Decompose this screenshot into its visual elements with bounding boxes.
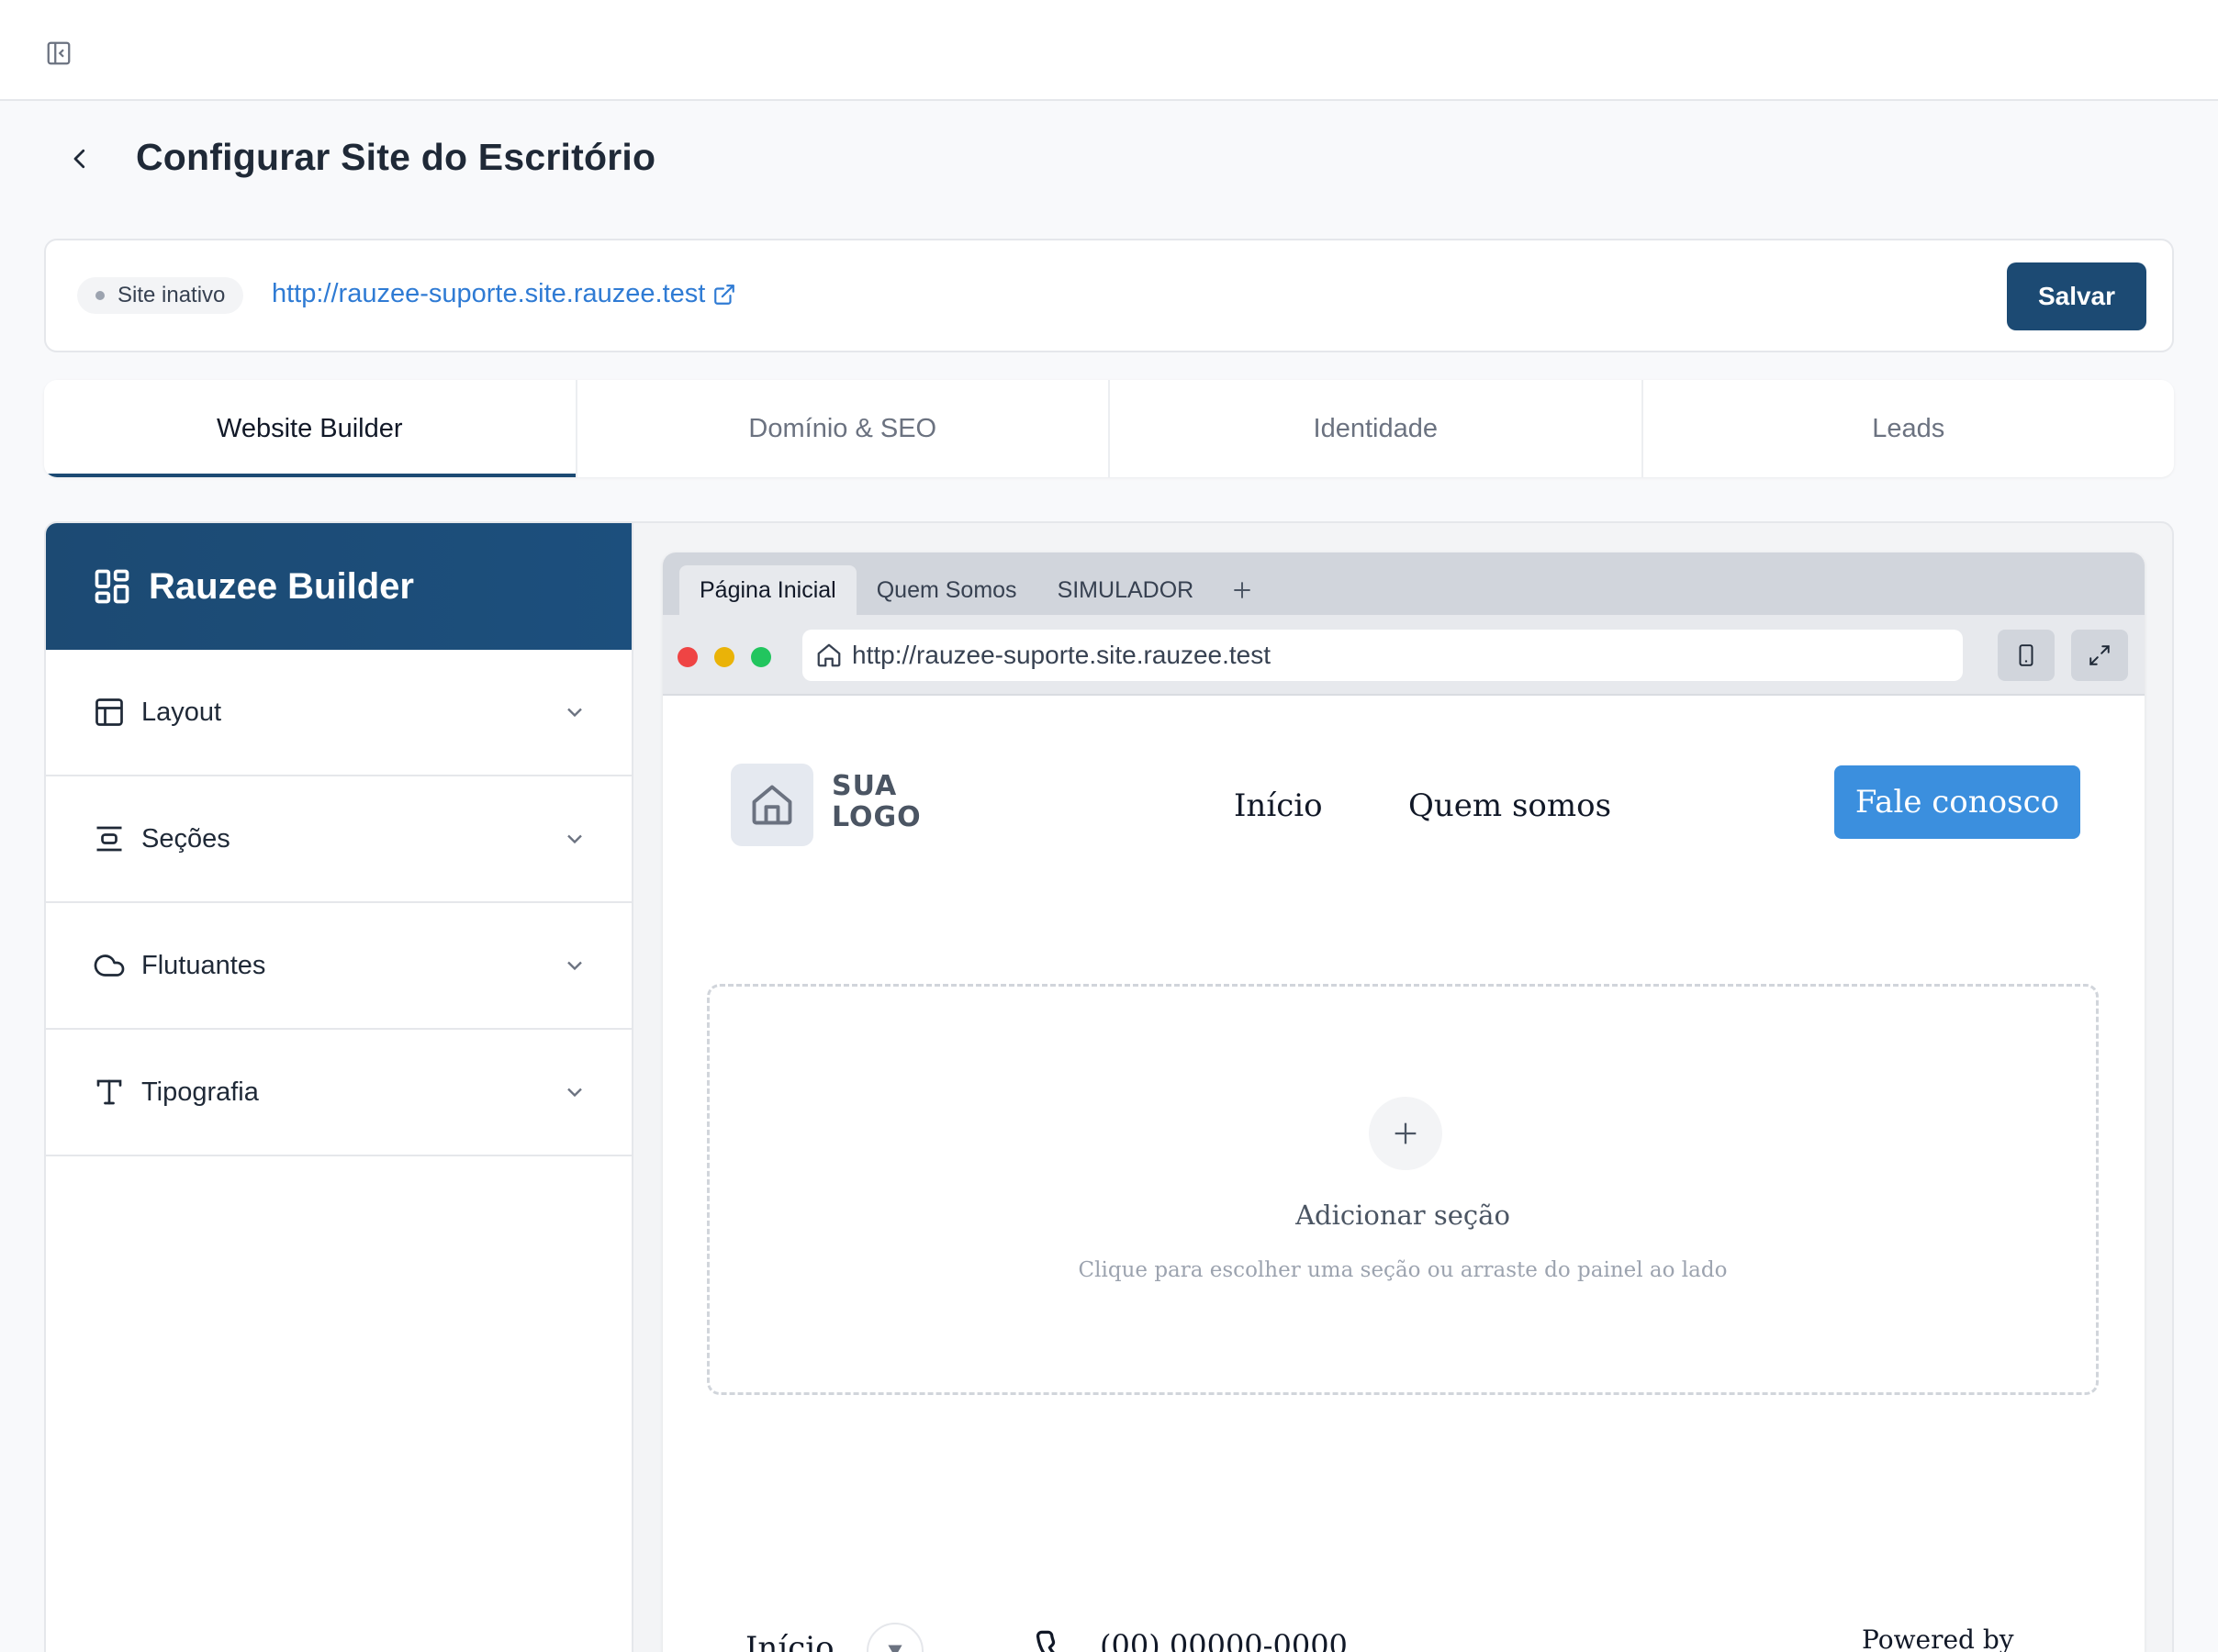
phone-icon	[1034, 1628, 1081, 1652]
page-tab-quem-somos[interactable]: Quem Somos	[857, 565, 1037, 615]
plus-icon	[1234, 582, 1250, 598]
back-button[interactable]	[61, 140, 99, 178]
status-badge: Site inativo	[77, 277, 244, 314]
chevron-down-icon	[567, 961, 582, 971]
tab-identidade[interactable]: Identidade	[1110, 380, 1643, 477]
chevron-down-icon	[567, 834, 582, 844]
accordion-tipografia[interactable]: Tipografia	[46, 1030, 632, 1156]
tab-website-builder[interactable]: Website Builder	[44, 380, 577, 477]
site-url-link[interactable]: http://rauzee-suporte.site.rauzee.test	[272, 279, 736, 309]
powered-by-text: Powered by	[1862, 1624, 2014, 1652]
dropzone-subtitle: Clique para escolher uma seção ou arrast…	[1078, 1258, 1728, 1282]
address-bar: http://rauzee-suporte.site.rauzee.test	[663, 615, 2145, 696]
site-nav-inicio[interactable]: Início	[1234, 787, 1323, 824]
chevron-left-icon	[73, 149, 85, 169]
status-dot	[95, 291, 105, 300]
address-input[interactable]: http://rauzee-suporte.site.rauzee.test	[802, 630, 1963, 681]
window-close-dot	[678, 647, 698, 667]
plus-icon	[1369, 1097, 1442, 1170]
accordion-secoes[interactable]: Seções	[46, 776, 632, 903]
accordion-flutuantes[interactable]: Flutuantes	[46, 903, 632, 1030]
tab-leads[interactable]: Leads	[1643, 380, 2175, 477]
cloud-icon	[92, 948, 127, 983]
footer-link-inicio[interactable]: Início	[745, 1630, 835, 1652]
accordion-label: Tipografia	[141, 1077, 259, 1107]
site-status-card: Site inativo http://rauzee-suporte.site.…	[44, 239, 2174, 352]
page-tab-simulador[interactable]: SIMULADOR	[1037, 565, 1215, 615]
accordion-label: Seções	[141, 823, 230, 854]
chevron-down-icon	[567, 708, 582, 718]
home-icon	[815, 642, 843, 675]
browser-preview: Página Inicial Quem Somos SIMULADOR http…	[663, 553, 2145, 1652]
add-page-button[interactable]	[1214, 565, 1271, 615]
builder-panel-title: Rauzee Builder	[149, 565, 414, 607]
sections-icon	[92, 821, 127, 856]
fullscreen-button[interactable]	[2071, 630, 2128, 681]
page-tab-pagina-inicial[interactable]: Página Inicial	[679, 565, 857, 615]
layout-icon	[92, 695, 127, 730]
site-preview: SUA LOGO Início Quem somos Fale conosco …	[663, 696, 2145, 1652]
mobile-view-button[interactable]	[1998, 630, 2055, 681]
builder-panel-header: Rauzee Builder	[46, 523, 632, 650]
expand-icon	[2089, 645, 2110, 665]
status-badge-label: Site inativo	[118, 283, 226, 307]
address-text: http://rauzee-suporte.site.rauzee.test	[852, 641, 1271, 669]
accordion-label: Layout	[141, 697, 222, 727]
accordion-label: Flutuantes	[141, 950, 266, 980]
page-title: Configurar Site do Escritório	[136, 136, 656, 178]
chevron-down-icon	[567, 1088, 582, 1098]
dropzone-title: Adicionar seção	[1295, 1200, 1510, 1231]
builder-panel: Rauzee Builder Layout Seções Flutuantes	[46, 523, 633, 1652]
dashboard-icon	[95, 569, 129, 604]
site-url-text: http://rauzee-suporte.site.rauzee.test	[272, 279, 706, 308]
accordion-layout[interactable]: Layout	[46, 650, 632, 776]
smartphone-icon	[2019, 644, 2033, 666]
footer-phone[interactable]: (00) 00000-0000	[1100, 1628, 1348, 1652]
add-section-dropzone[interactable]: Adicionar seção Clique para escolher uma…	[707, 984, 2099, 1395]
save-button[interactable]: Salvar	[2007, 262, 2146, 330]
site-logo-text: SUA LOGO	[832, 770, 922, 833]
type-icon	[92, 1075, 127, 1110]
settings-tabs: Website Builder Domínio & SEO Identidade…	[44, 380, 2174, 477]
top-bar	[0, 0, 2218, 101]
builder-area: Rauzee Builder Layout Seções Flutuantes	[44, 521, 2174, 1652]
external-link-icon	[714, 284, 735, 305]
sidebar-collapse-icon[interactable]	[42, 37, 75, 70]
fale-conosco-button[interactable]: Fale conosco	[1834, 765, 2080, 839]
preview-page-tabs: Página Inicial Quem Somos SIMULADOR	[663, 553, 2145, 615]
window-maximize-dot	[751, 647, 771, 667]
site-nav-quem-somos[interactable]: Quem somos	[1408, 787, 1611, 824]
site-logo-icon	[731, 764, 813, 846]
chevron-down-icon[interactable]	[867, 1623, 924, 1652]
tab-dominio-seo[interactable]: Domínio & SEO	[577, 380, 1110, 477]
window-minimize-dot	[714, 647, 734, 667]
